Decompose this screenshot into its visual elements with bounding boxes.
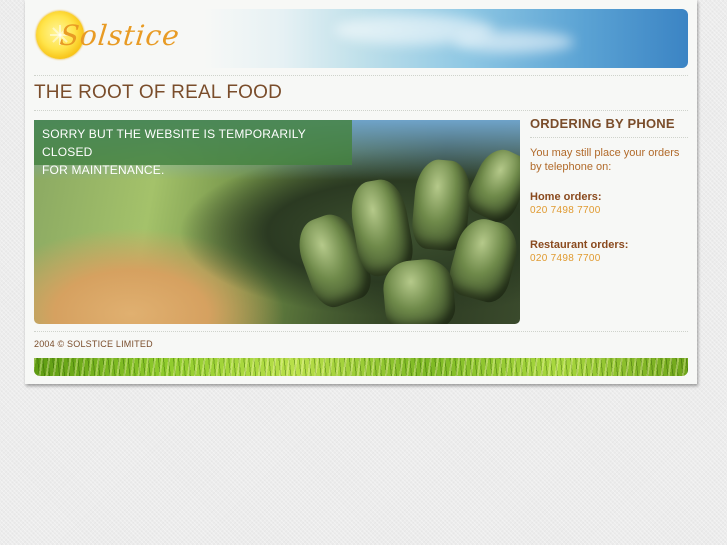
divider xyxy=(530,137,688,138)
footer-grass-banner xyxy=(34,358,688,376)
divider xyxy=(34,110,688,111)
ordering-sidebar: ORDERING BY PHONE You may still place yo… xyxy=(530,116,688,286)
solstice-logo[interactable]: Solstice xyxy=(34,9,194,65)
copyright-text: 2004 © SOLSTICE LIMITED xyxy=(34,339,153,349)
restaurant-orders-label: Restaurant orders: xyxy=(530,239,629,251)
logo-wordmark: Solstice xyxy=(58,19,182,52)
divider xyxy=(34,331,688,332)
page-container: Solstice THE ROOT OF REAL FOOD SORRY BUT… xyxy=(25,0,697,384)
maintenance-notice: SORRY BUT THE WEBSITE IS TEMPORARILY CLO… xyxy=(34,120,352,177)
notice-line: SORRY BUT THE WEBSITE IS TEMPORARILY CLO… xyxy=(42,127,306,159)
sidebar-intro: You may still place your orders by telep… xyxy=(530,147,680,173)
notice-line: FOR MAINTENANCE. xyxy=(42,163,165,177)
divider xyxy=(34,75,688,76)
sidebar-title: ORDERING BY PHONE xyxy=(530,116,675,131)
restaurant-orders-phone[interactable]: 020 7498 7700 xyxy=(530,252,688,266)
home-orders-label: Home orders: xyxy=(530,191,602,203)
page-title: THE ROOT OF REAL FOOD xyxy=(34,82,283,103)
hero-image: SORRY BUT THE WEBSITE IS TEMPORARILY CLO… xyxy=(34,120,520,324)
home-orders-phone[interactable]: 020 7498 7700 xyxy=(530,204,688,218)
